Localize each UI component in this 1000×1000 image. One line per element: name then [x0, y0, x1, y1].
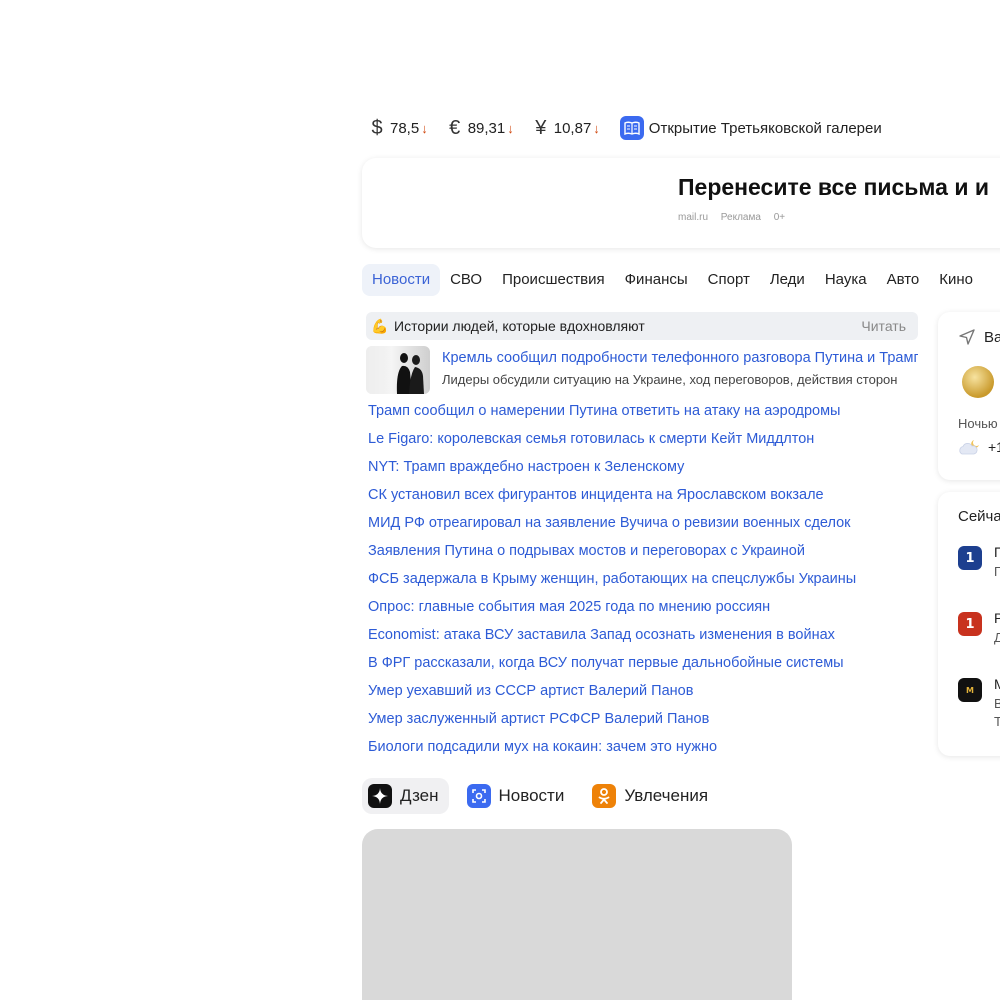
tab-news[interactable]: Новости	[362, 264, 441, 296]
news-list: Трамп сообщил о намерении Путина ответит…	[368, 398, 918, 762]
news-tabs: Новости СВО Происшествия Финансы Спорт Л…	[362, 264, 983, 296]
news-link[interactable]: Le Figaro: королевская семья готовилась …	[368, 426, 918, 454]
rate-value: 89,31	[467, 119, 506, 137]
lead-news[interactable]: Кремль сообщил подробности телефонного р…	[366, 346, 918, 394]
tv-widget-title[interactable]: Сейча	[958, 508, 1000, 525]
book-icon	[619, 116, 644, 140]
tab-feed-news[interactable]: Новости	[461, 778, 575, 814]
news-link[interactable]: Умер заслуженный артист РСФСР Валерий Па…	[368, 706, 918, 734]
tab-zen[interactable]: Дзен	[362, 778, 449, 814]
tab-incidents[interactable]: Происшествия	[492, 264, 615, 296]
tv-program-title: П	[994, 544, 1000, 560]
feed-tabs: Дзен Новости Увлечения	[362, 778, 730, 814]
tab-sport[interactable]: Спорт	[698, 264, 760, 296]
tab-auto[interactable]: Авто	[877, 264, 930, 296]
tv-program-subtitle: Т	[994, 714, 1000, 729]
weather-temp-value: +1	[988, 439, 1000, 455]
tv-program-subtitle: Д	[994, 630, 1000, 645]
arrow-down-icon: ↓	[421, 120, 428, 136]
tab-hobbies-label: Увлечения	[624, 786, 709, 805]
rate-eur[interactable]: € 89,31 ↓	[448, 117, 514, 140]
ad-age: 0+	[773, 212, 786, 223]
euro-icon: €	[449, 116, 461, 139]
tab-svo[interactable]: СВО	[440, 264, 492, 296]
yuan-icon: ¥	[535, 116, 547, 139]
match-tv-logo-icon: M	[958, 678, 982, 702]
news-link[interactable]: Economist: атака ВСУ заставила Запад осо…	[368, 622, 918, 650]
sun-icon	[962, 366, 994, 398]
tab-finance[interactable]: Финансы	[615, 264, 698, 296]
arrow-down-icon: ↓	[507, 120, 514, 136]
rate-value: 10,87	[553, 119, 592, 137]
cloud-moon-icon	[959, 440, 979, 455]
lead-news-subtitle: Лидеры обсудили ситуацию на Украине, ход…	[442, 372, 898, 387]
currency-rates: $ 78,5 ↓ € 89,31 ↓ ¥ 10,87 ↓ Открытие Тр…	[370, 116, 882, 140]
ad-banner[interactable]: Перенесите все письма и и mail.ru Реклам…	[362, 158, 1000, 248]
story-label: Истории людей, которые вдохновляют	[394, 318, 645, 334]
tv-program-subtitle: П	[994, 564, 1000, 579]
rate-value: 78,5	[390, 119, 420, 137]
tv-program-subtitle: В	[994, 696, 1000, 711]
tab-lady[interactable]: Леди	[760, 264, 815, 296]
news-icon	[466, 784, 491, 808]
news-link[interactable]: ФСБ задержала в Крыму женщин, работающих…	[368, 566, 918, 594]
weather-night-temp: +1	[958, 438, 1000, 456]
ad-source: mail.ru	[678, 212, 709, 223]
dollar-icon: $	[371, 116, 383, 139]
location-arrow-icon	[959, 329, 975, 345]
zen-icon	[368, 784, 392, 808]
tv-program-title: М	[994, 676, 1000, 692]
weather-widget[interactable]: Ва Ночью +1	[938, 312, 1000, 480]
weather-location[interactable]: Ва	[958, 328, 1000, 346]
story-read-button[interactable]: Читать	[861, 318, 906, 334]
tab-cinema[interactable]: Кино	[929, 264, 983, 296]
rate-usd[interactable]: $ 78,5 ↓	[370, 116, 428, 140]
news-link[interactable]: Заявления Путина о подрывах мостов и пер…	[368, 538, 918, 566]
promo-label: Открытие Третьяковской галереи	[648, 119, 882, 137]
tab-zen-label: Дзен	[400, 786, 439, 805]
promo-link[interactable]: Открытие Третьяковской галереи	[619, 116, 882, 140]
ad-tag: Реклама	[720, 212, 761, 223]
channel-one-logo-icon: 1	[958, 546, 982, 570]
tab-feed-news-label: Новости	[498, 786, 565, 805]
russia-one-logo-icon: 1	[958, 612, 982, 636]
news-link[interactable]: Трамп сообщил о намерении Путина ответит…	[368, 398, 918, 426]
tv-widget: Сейча 1 П П 1 Р Д M М В Т	[938, 492, 1000, 756]
ad-title: Перенесите все письма и и	[678, 174, 989, 200]
news-link[interactable]: СК установил всех фигурантов инцидента н…	[368, 482, 918, 510]
news-link[interactable]: Опрос: главные события мая 2025 года по …	[368, 594, 918, 622]
tab-science[interactable]: Наука	[815, 264, 877, 296]
weather-location-label: Ва	[984, 328, 1000, 346]
rate-cny[interactable]: ¥ 10,87 ↓	[534, 117, 600, 140]
feed-card-placeholder[interactable]	[362, 829, 792, 1000]
ad-meta: mail.ru Реклама 0+	[678, 212, 795, 223]
news-link[interactable]: МИД РФ отреагировал на заявление Вучича …	[368, 510, 918, 538]
lead-news-title[interactable]: Кремль сообщил подробности телефонного р…	[442, 350, 918, 366]
news-link[interactable]: Биологи подсадили мух на кокаин: зачем э…	[368, 734, 918, 762]
news-link[interactable]: В ФРГ рассказали, когда ВСУ получат перв…	[368, 650, 918, 678]
ok-icon	[592, 784, 617, 808]
arrow-down-icon: ↓	[593, 120, 600, 136]
lead-news-image	[366, 346, 430, 394]
tv-program-title: Р	[994, 610, 1000, 626]
story-banner[interactable]: 💪 Истории людей, которые вдохновляют Чит…	[366, 312, 918, 340]
flexed-biceps-icon: 💪	[371, 317, 389, 334]
weather-night-label: Ночью	[958, 416, 998, 431]
news-link[interactable]: NYT: Трамп враждебно настроен к Зеленско…	[368, 454, 918, 482]
tab-hobbies[interactable]: Увлечения	[586, 778, 718, 814]
news-link[interactable]: Умер уехавший из СССР артист Валерий Пан…	[368, 678, 918, 706]
